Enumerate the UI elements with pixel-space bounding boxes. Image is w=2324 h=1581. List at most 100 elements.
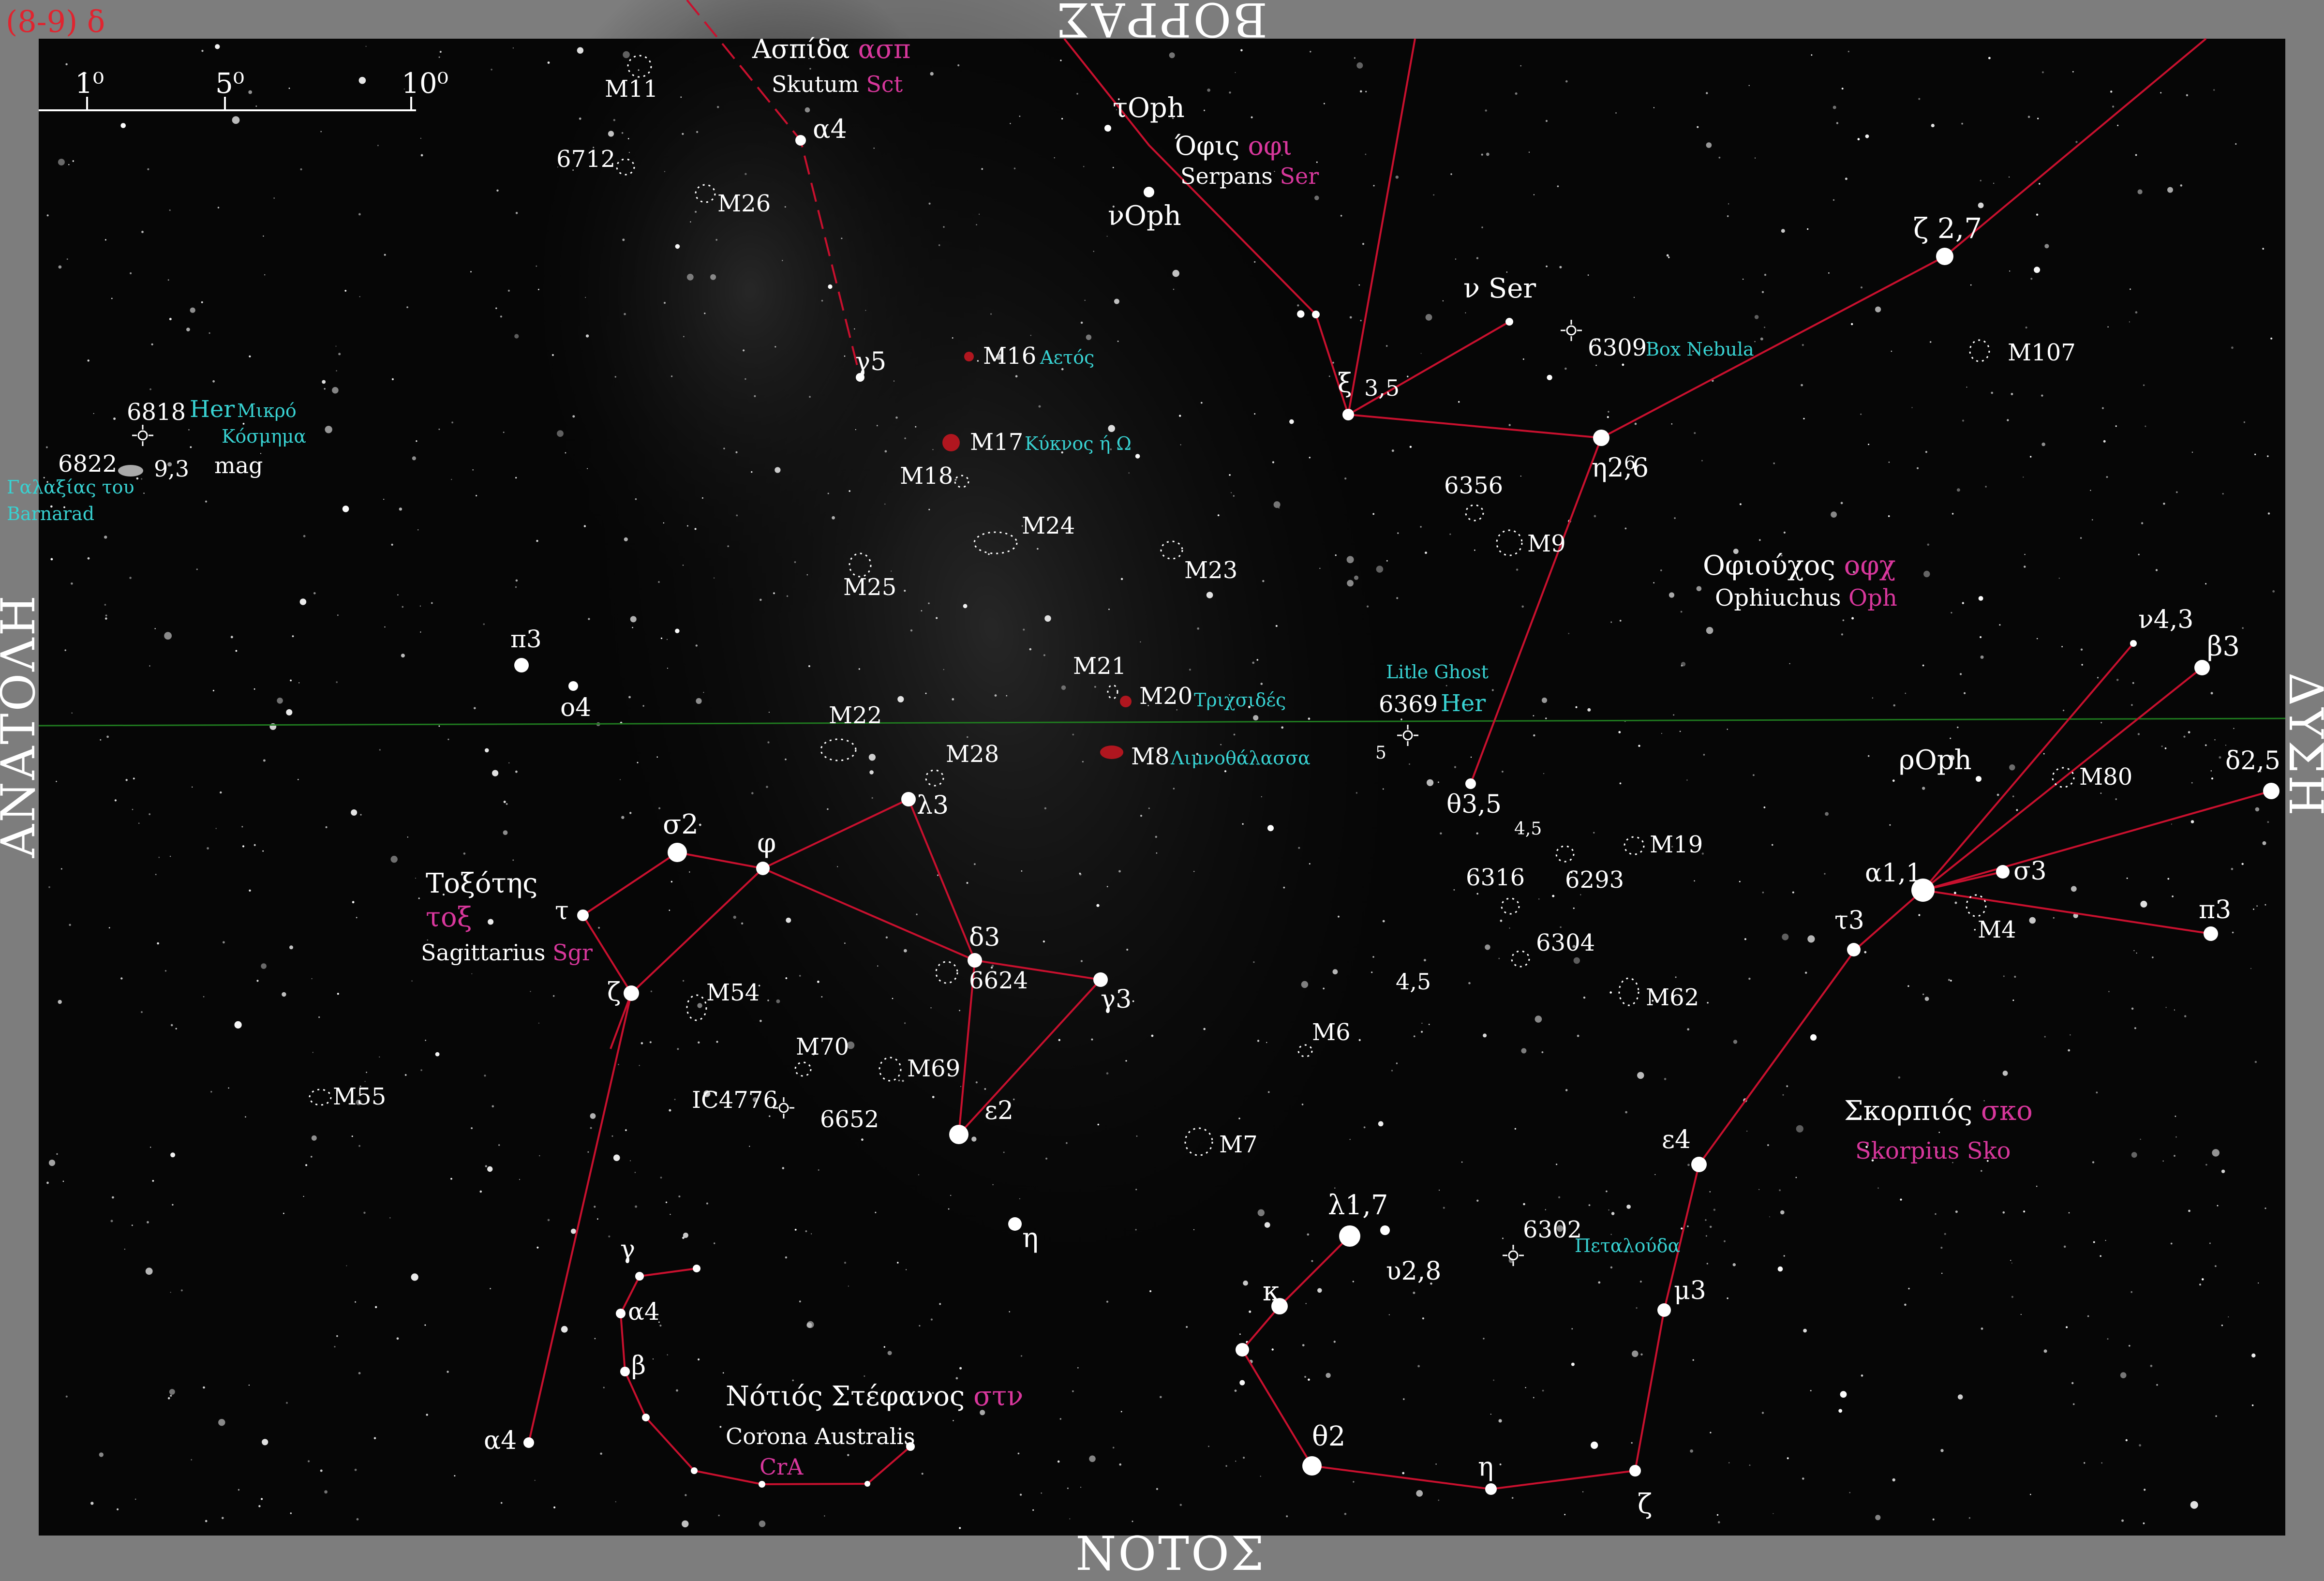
background-star [1438,1499,1440,1501]
background-star [695,644,698,647]
star-label: λ3 [917,791,949,820]
background-star [1340,215,1342,217]
background-star [695,210,697,213]
star-dot [1976,776,1981,782]
background-star [93,413,94,414]
star-dot [2204,926,2218,941]
background-star [686,273,694,281]
background-star [611,1135,613,1137]
background-star [2115,798,2117,800]
background-star [975,1081,978,1084]
background-star [977,360,979,362]
background-star [1089,1455,1096,1462]
background-star [1413,1035,1415,1038]
background-star [1860,286,1863,289]
background-star [45,446,48,448]
background-star [1520,476,1521,477]
background-star [1580,894,1581,895]
background-star [1782,933,1789,940]
background-star [1169,52,1175,59]
background-star [1908,1287,1910,1290]
background-star [2063,709,2065,712]
background-star [891,570,892,572]
background-star [884,503,886,505]
background-star [2253,909,2254,910]
background-star [897,1262,899,1264]
background-star [547,61,550,64]
background-star [1985,486,1987,488]
star-dot [1312,311,1320,318]
background-star [621,132,624,134]
background-star [1773,462,1775,464]
background-star [2023,1210,2026,1213]
background-star [2137,733,2140,735]
background-star [212,380,215,383]
background-star [637,761,639,763]
background-star [1955,1210,1958,1213]
background-star [1021,870,1023,872]
m16-nebula [964,352,974,361]
background-star [930,1318,933,1321]
background-star [141,478,143,480]
background-star [613,1154,620,1161]
background-star [1461,1161,1463,1163]
background-star [1803,418,1805,419]
background-star [359,296,360,298]
deep-sky-label: M26 [717,190,771,217]
background-star [1857,138,1860,141]
background-star [58,999,62,1004]
background-star [937,874,939,876]
background-star [1082,761,1084,763]
background-star [2231,346,2234,349]
background-star [2002,1071,2008,1076]
background-star [1140,641,1141,642]
background-star [849,490,850,492]
background-star [1940,1449,1944,1452]
star-dot [759,1481,765,1488]
background-star [1974,929,1976,931]
background-star [1006,695,1008,697]
background-star [1407,375,1409,377]
background-star [2044,1036,2046,1038]
star-dot [1847,943,1861,956]
background-star [2210,692,2213,695]
sagittarius-latin-label: Sagittarius Sgr [421,940,593,966]
background-star [110,1220,113,1223]
background-star [634,1172,636,1173]
star-dot [901,792,916,806]
background-star [2096,1091,2098,1094]
background-star [1498,1419,1502,1423]
background-star [680,96,682,98]
background-star [273,197,275,199]
deep-sky-label: M23 [1184,557,1237,584]
background-star [639,1065,640,1066]
background-star [832,516,835,520]
star-dot [949,1125,968,1144]
deep-sky-label: M4 [1978,916,2016,943]
background-star [1573,957,1580,964]
background-star [600,1452,602,1455]
star-dot [1505,318,1513,326]
background-star [1595,364,1597,366]
background-star [390,855,398,863]
background-star [660,1177,662,1179]
background-star [1118,870,1121,873]
background-star [1108,609,1110,610]
background-star [943,669,945,671]
background-star [2174,1009,2175,1011]
background-star [508,762,510,764]
sagittarius-name-label: Τοξότης [426,868,538,899]
background-star [1840,502,1843,505]
star-label: β [631,1351,646,1380]
background-star [2219,756,2221,759]
background-star [2024,566,2026,568]
background-star [754,395,756,397]
background-star [1727,1297,1728,1299]
background-star [1748,977,1751,980]
star-label: ε4 [1662,1125,1691,1154]
background-star [1470,756,1472,758]
background-star [71,582,73,585]
background-star [1786,1085,1788,1088]
background-star [1610,621,1612,623]
background-star [794,561,796,563]
